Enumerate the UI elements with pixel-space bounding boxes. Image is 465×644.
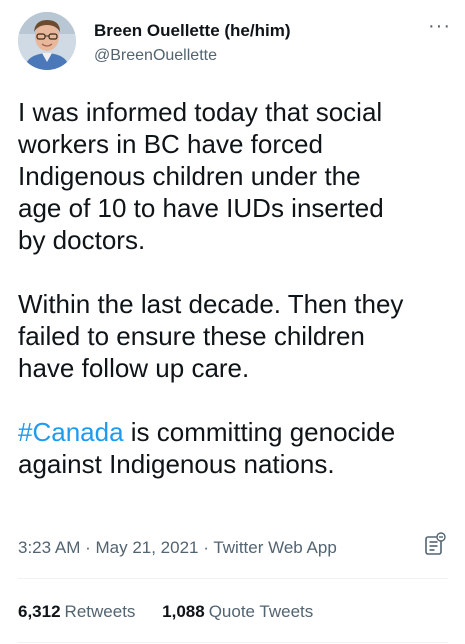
- quote-tweets-stat[interactable]: 1,088 Quote Tweets: [162, 601, 313, 623]
- tweet-header: Breen Ouellette (he/him) @BreenOuellette…: [18, 12, 450, 74]
- more-horizontal-icon[interactable]: ···: [428, 16, 450, 36]
- quote-tweets-count: 1,088: [162, 602, 205, 621]
- author-names: Breen Ouellette (he/him) @BreenOuellette: [94, 20, 290, 67]
- tweet-paragraph-hashtag: #Canada is committing genocide against I…: [18, 416, 453, 480]
- meta-separator: ·: [80, 538, 96, 557]
- divider: [18, 642, 448, 643]
- avatar-photo-icon: [18, 12, 76, 70]
- analytics-icon[interactable]: [424, 532, 446, 558]
- tweet-meta: 3:23 AM · May 21, 2021 · Twitter Web App: [18, 537, 337, 559]
- avatar[interactable]: [18, 12, 76, 70]
- tweet-date[interactable]: May 21, 2021: [95, 538, 198, 557]
- tweet-paragraph: Within the last decade. Then they failed…: [18, 289, 404, 383]
- author-display-name[interactable]: Breen Ouellette (he/him): [94, 20, 290, 42]
- meta-separator: ·: [198, 538, 214, 557]
- retweets-label: Retweets: [64, 602, 136, 621]
- divider: [18, 578, 448, 579]
- author-handle[interactable]: @BreenOuellette: [94, 45, 290, 67]
- retweets-count: 6,312: [18, 602, 61, 621]
- quote-tweets-label: Quote Tweets: [208, 602, 314, 621]
- hashtag-link[interactable]: #Canada: [18, 417, 124, 447]
- tweet-card: Breen Ouellette (he/him) @BreenOuellette…: [0, 0, 465, 644]
- tweet-time[interactable]: 3:23 AM: [18, 538, 80, 557]
- retweets-stat[interactable]: 6,312 Retweets: [18, 601, 135, 623]
- tweet-source[interactable]: Twitter Web App: [213, 538, 336, 557]
- tweet-stats: 6,312 Retweets 1,088 Quote Tweets: [18, 601, 335, 623]
- tweet-text: I was informed today that social workers…: [18, 96, 453, 480]
- tweet-paragraph: I was informed today that social workers…: [18, 97, 384, 255]
